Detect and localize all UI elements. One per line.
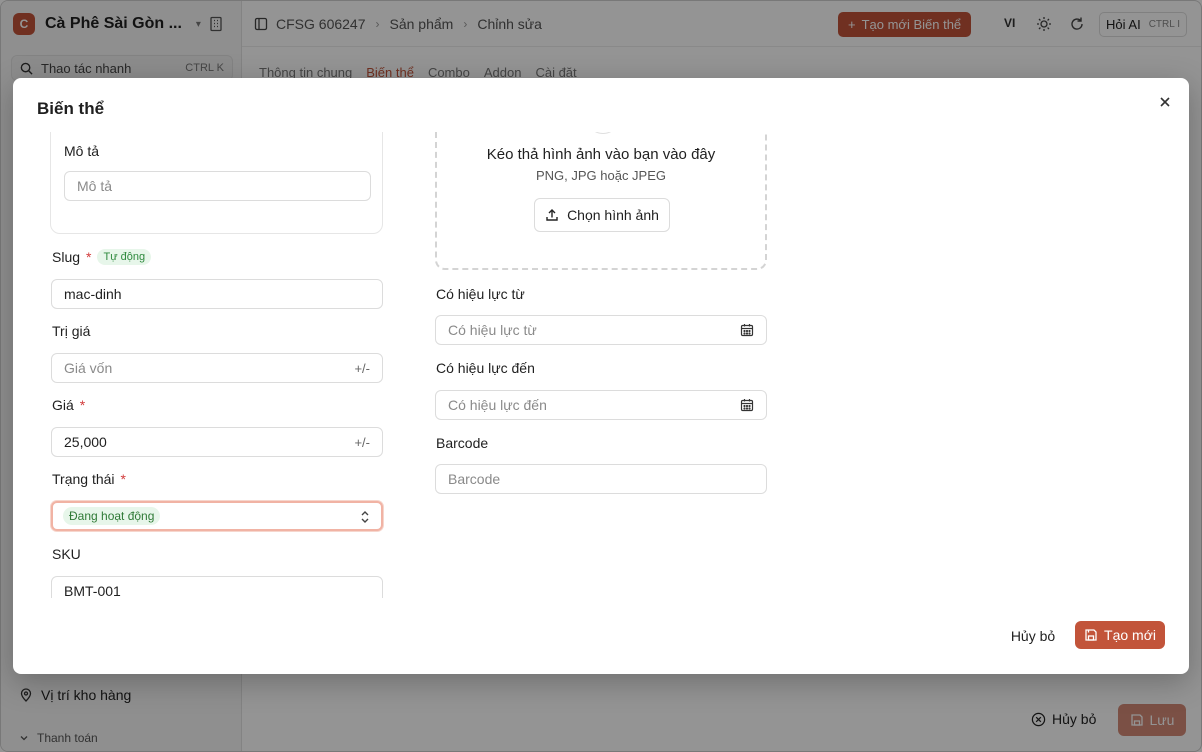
- valid-from-placeholder: Có hiệu lực từ: [448, 322, 537, 338]
- slug-value: mac-dinh: [64, 286, 122, 302]
- cost-label: Trị giá: [52, 323, 91, 339]
- cost-sign-toggle[interactable]: +/-: [354, 361, 370, 376]
- price-label-row: Giá *: [52, 397, 85, 413]
- cost-input[interactable]: Giá vốn +/-: [51, 353, 383, 383]
- upload-icon: [546, 209, 558, 221]
- required-mark: *: [79, 397, 86, 413]
- status-badge: Đang hoạt động: [63, 507, 161, 525]
- price-label: Giá: [52, 397, 74, 413]
- sku-value: BMT-001: [64, 583, 121, 598]
- cost-placeholder: Giá vốn: [64, 360, 113, 376]
- modal-footer: Hủy bỏ Tạo mới: [13, 598, 1189, 674]
- status-select[interactable]: Đang hoạt động: [51, 501, 383, 531]
- variant-modal: Biến thể Mô tả Mô tả Slug * Tự động mac-…: [13, 78, 1189, 674]
- description-input[interactable]: Mô tả: [64, 171, 371, 201]
- create-button[interactable]: Tạo mới: [1075, 621, 1165, 649]
- valid-to-placeholder: Có hiệu lực đến: [448, 397, 547, 413]
- upload-circle-icon: [586, 132, 620, 134]
- barcode-label: Barcode: [436, 435, 489, 451]
- valid-to-input[interactable]: Có hiệu lực đến: [435, 390, 767, 420]
- barcode-input[interactable]: Barcode: [435, 464, 767, 494]
- slug-label: Slug: [52, 249, 81, 265]
- choose-image-button[interactable]: Chọn hình ảnh: [534, 198, 670, 232]
- required-mark: *: [120, 471, 126, 487]
- required-mark: *: [86, 249, 92, 265]
- sku-input[interactable]: BMT-001: [51, 576, 383, 598]
- description-placeholder: Mô tả: [77, 178, 113, 194]
- price-input[interactable]: 25,000 +/-: [51, 427, 383, 457]
- description-label: Mô tả: [64, 143, 100, 159]
- calendar-icon[interactable]: [740, 323, 754, 337]
- description-card: Mô tả Mô tả: [50, 132, 383, 234]
- calendar-icon[interactable]: [740, 398, 754, 412]
- status-label-row: Trạng thái *: [52, 471, 126, 487]
- cancel-button[interactable]: Hủy bỏ: [1000, 620, 1066, 652]
- slug-input[interactable]: mac-dinh: [51, 279, 383, 309]
- status-label: Trạng thái: [52, 471, 115, 487]
- create-label: Tạo mới: [1104, 627, 1156, 643]
- modal-title: Biến thể: [37, 99, 105, 118]
- chevron-up-down-icon: [361, 511, 369, 523]
- close-icon[interactable]: [1157, 94, 1173, 110]
- dropzone-subtitle: PNG, JPG hoặc JPEG: [535, 168, 667, 183]
- valid-to-label: Có hiệu lực đến: [436, 360, 535, 376]
- image-dropzone[interactable]: Kéo thả hình ảnh vào bạn vào đây PNG, JP…: [435, 132, 767, 270]
- valid-from-label: Có hiệu lực từ: [436, 286, 525, 302]
- sku-label: SKU: [52, 546, 81, 562]
- modal-body: Mô tả Mô tả Slug * Tự động mac-dinh Trị …: [13, 132, 1189, 598]
- barcode-placeholder: Barcode: [448, 471, 501, 487]
- choose-image-label: Chọn hình ảnh: [567, 207, 659, 223]
- valid-from-input[interactable]: Có hiệu lực từ: [435, 315, 767, 345]
- slug-label-row: Slug * Tự động: [52, 249, 152, 265]
- dropzone-title: Kéo thả hình ảnh vào bạn vào đây: [486, 146, 716, 163]
- auto-badge: Tự động: [97, 249, 152, 265]
- price-value: 25,000: [64, 434, 107, 450]
- save-icon: [1085, 629, 1097, 641]
- price-sign-toggle[interactable]: +/-: [354, 435, 370, 450]
